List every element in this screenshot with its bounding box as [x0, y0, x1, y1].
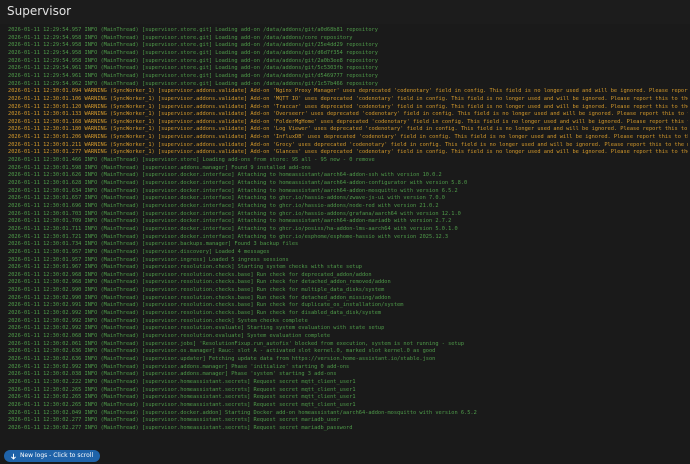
log-line: 2026-01-11 12:29:54.958 INFO (MainThread…	[8, 34, 353, 41]
log-line: 2026-01-11 12:30:02.068 INFO (MainThread…	[8, 333, 331, 339]
log-line: 2026-01-11 12:30:02.277 INFO (MainThread…	[8, 424, 353, 431]
new-logs-button[interactable]: New logs - Click to scroll	[4, 450, 100, 462]
log-line: 2026-01-11 12:30:02.636 INFO (MainThread…	[8, 348, 436, 355]
log-viewer[interactable]: 2026-01-11 12:29:54.957 INFO (MainThread…	[0, 24, 690, 464]
log-line: 2026-01-11 12:30:02.968 INFO (MainThread…	[8, 279, 391, 286]
log-line: 2026-01-11 12:30:02.061 INFO (MainThread…	[8, 340, 465, 347]
log-line: 2026-01-11 12:30:01.696 INFO (MainThread…	[8, 202, 439, 209]
top-bar: Supervisor	[0, 0, 690, 24]
log-line: 2026-01-11 12:30:02.968 INFO (MainThread…	[8, 271, 372, 278]
log-line: 2026-01-11 12:29:54.958 INFO (MainThread…	[8, 49, 378, 56]
log-line: 2026-01-11 12:30:02.990 INFO (MainThread…	[8, 294, 391, 301]
log-line: 2026-01-11 12:30:01.206 WARNING (SyncWor…	[8, 134, 688, 141]
log-line: 2026-01-11 12:30:02.636 INFO (MainThread…	[8, 355, 436, 362]
log-line: 2026-01-11 12:30:01.721 INFO (MainThread…	[8, 233, 449, 240]
log-line: 2026-01-11 12:30:01.211 WARNING (SyncWor…	[8, 141, 688, 148]
log-line: 2026-01-11 12:30:02.049 INFO (MainThread…	[8, 409, 477, 416]
log-line: 2026-01-11 12:30:01.133 WARNING (SyncWor…	[8, 111, 688, 118]
log-line: 2026-01-11 12:30:01.967 INFO (MainThread…	[8, 264, 362, 271]
page-title: Supervisor	[7, 4, 72, 18]
log-line: 2026-01-11 12:30:01.466 INFO (MainThread…	[8, 157, 375, 164]
log-line: 2026-01-11 12:30:01.709 INFO (MainThread…	[8, 218, 452, 225]
log-line: 2026-01-11 12:30:01.598 INFO (MainThread…	[8, 164, 311, 171]
log-line: 2026-01-11 12:30:01.628 INFO (MainThread…	[8, 180, 468, 186]
log-line: 2026-01-11 12:30:02.992 INFO (MainThread…	[8, 363, 350, 370]
arrow-down-icon	[11, 453, 16, 460]
log-line: 2026-01-11 12:30:02.277 INFO (MainThread…	[8, 417, 340, 424]
log-line: 2026-01-11 12:30:02.038 INFO (MainThread…	[8, 371, 337, 378]
log-line: 2026-01-11 12:30:02.265 INFO (MainThread…	[8, 401, 356, 408]
log-line: 2026-01-11 12:30:02.991 INFO (MainThread…	[8, 302, 404, 309]
log-line: 2026-01-11 12:30:01.734 INFO (MainThread…	[8, 241, 299, 248]
log-line: 2026-01-11 12:30:01.957 INFO (MainThread…	[8, 248, 270, 255]
log-line: 2026-01-11 12:30:01.626 INFO (MainThread…	[8, 172, 442, 179]
new-logs-label: New logs - Click to scroll	[20, 452, 94, 459]
log-line: 2026-01-11 12:30:01.120 WARNING (SyncWor…	[8, 103, 688, 110]
log-line: 2026-01-11 12:30:01.957 INFO (MainThread…	[8, 256, 289, 263]
log-line: 2026-01-11 12:29:54.961 INFO (MainThread…	[8, 65, 378, 72]
log-line: 2026-01-11 12:30:01.703 INFO (MainThread…	[8, 210, 461, 217]
log-line: 2026-01-11 12:30:01.657 INFO (MainThread…	[8, 195, 445, 202]
log-line: 2026-01-11 12:29:54.962 INFO (MainThread…	[8, 80, 378, 87]
log-line: 2026-01-11 12:29:54.957 INFO (MainThread…	[8, 27, 378, 33]
log-line: 2026-01-11 12:29:54.961 INFO (MainThread…	[8, 72, 378, 79]
log-line: 2026-01-11 12:30:01.277 WARNING (SyncWor…	[8, 149, 688, 156]
log-line: 2026-01-11 12:29:54.958 INFO (MainThread…	[8, 42, 378, 49]
log-line: 2026-01-11 12:30:02.990 INFO (MainThread…	[8, 287, 385, 294]
log-line: 2026-01-11 12:30:02.265 INFO (MainThread…	[8, 394, 356, 401]
log-line: 2026-01-11 12:30:01.711 INFO (MainThread…	[8, 225, 458, 232]
log-line: 2026-01-11 12:30:02.265 INFO (MainThread…	[8, 386, 356, 393]
log-line: 2026-01-11 12:30:02.992 INFO (MainThread…	[8, 317, 308, 324]
log-line: 2026-01-11 12:30:02.222 INFO (MainThread…	[8, 378, 356, 385]
log-line: 2026-01-11 12:30:01.180 WARNING (SyncWor…	[8, 126, 688, 133]
log-line: 2026-01-11 12:30:01.094 WARNING (SyncWor…	[8, 88, 688, 95]
log-line: 2026-01-11 12:29:54.958 INFO (MainThread…	[8, 57, 378, 64]
log-line: 2026-01-11 12:30:01.106 WARNING (SyncWor…	[8, 95, 688, 102]
log-line: 2026-01-11 12:30:02.992 INFO (MainThread…	[8, 310, 382, 317]
log-line: 2026-01-11 12:30:02.992 INFO (MainThread…	[8, 325, 385, 332]
log-line: 2026-01-11 12:30:01.634 INFO (MainThread…	[8, 187, 458, 194]
log-line: 2026-01-11 12:30:01.168 WARNING (SyncWor…	[8, 118, 688, 125]
